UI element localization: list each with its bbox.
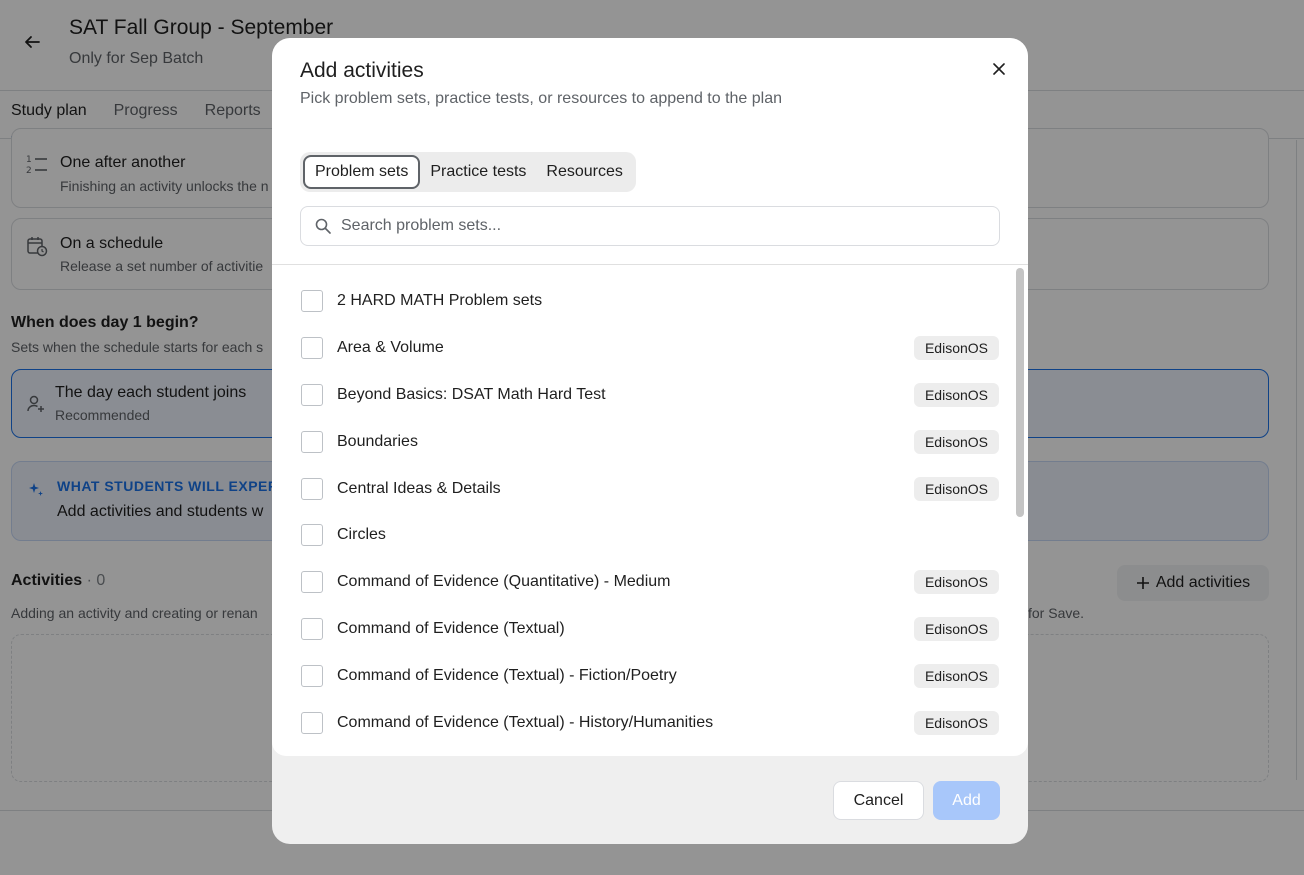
item-checkbox[interactable] [301,664,323,687]
source-badge: EdisonOS [914,476,999,501]
item-label: Central Ideas & Details [337,479,501,497]
search-box [300,206,1000,246]
item-label: Command of Evidence (Textual) - Fiction/… [337,666,677,684]
item-label: Area & Volume [337,339,444,357]
source-badge: EdisonOS [914,382,999,407]
item-label: Command of Evidence (Textual) [337,619,565,637]
activity-type-segmented: Problem sets Practice tests Resources [300,152,636,192]
dialog-subtitle: Pick problem sets, practice tests, or re… [300,90,783,107]
item-checkbox[interactable] [301,383,323,406]
problem-set-list: 2 HARD MATH Problem sets Area & Volume E… [272,278,1012,746]
search-input[interactable] [341,217,961,235]
item-checkbox[interactable] [301,617,323,640]
item-checkbox[interactable] [301,477,323,500]
source-badge: EdisonOS [914,616,999,641]
segment-resources[interactable]: Resources [536,155,632,189]
add-activities-dialog: Add activities Pick problem sets, practi… [272,38,1028,844]
close-icon [993,63,1005,75]
source-badge: EdisonOS [914,336,999,361]
item-checkbox[interactable] [301,524,323,547]
close-button[interactable] [984,54,1014,84]
dialog-body: Add activities Pick problem sets, practi… [272,38,1028,756]
item-checkbox[interactable] [301,430,323,453]
source-badge: EdisonOS [914,663,999,688]
list-item[interactable]: Boundaries EdisonOS [272,418,1012,465]
item-label: 2 HARD MATH Problem sets [337,292,543,310]
search-icon [315,218,331,234]
item-label: Command of Evidence (Textual) - History/… [337,713,714,731]
item-label: Command of Evidence (Quantitative) - Med… [337,573,671,591]
list-item[interactable]: Circles [272,512,1012,559]
list-item[interactable]: Area & Volume EdisonOS [272,325,1012,372]
source-badge: EdisonOS [914,710,999,735]
segment-problem-sets[interactable]: Problem sets [303,155,421,189]
list-item[interactable]: Command of Evidence (Textual) - History/… [272,699,1012,746]
list-scrollbar-thumb[interactable] [1016,268,1024,517]
item-label: Boundaries [337,432,418,450]
list-item[interactable]: 2 HARD MATH Problem sets [272,278,1012,325]
item-checkbox[interactable] [301,290,323,313]
list-item[interactable]: Command of Evidence (Textual) EdisonOS [272,606,1012,653]
segment-practice-tests[interactable]: Practice tests [420,155,536,189]
source-badge: EdisonOS [914,570,999,595]
item-label: Circles [337,526,386,544]
item-checkbox[interactable] [301,711,323,734]
item-checkbox[interactable] [301,571,323,594]
list-item[interactable]: Command of Evidence (Textual) - Fiction/… [272,652,1012,699]
list-divider [272,264,1028,265]
item-label: Beyond Basics: DSAT Math Hard Test [337,385,606,403]
list-item[interactable]: Beyond Basics: DSAT Math Hard Test Ediso… [272,372,1012,419]
add-button[interactable]: Add [933,781,1000,820]
source-badge: EdisonOS [914,429,999,454]
list-item[interactable]: Central Ideas & Details EdisonOS [272,465,1012,512]
list-item[interactable]: Command of Evidence (Quantitative) - Med… [272,559,1012,606]
cancel-button[interactable]: Cancel [833,781,924,820]
dialog-title: Add activities [300,59,424,82]
item-checkbox[interactable] [301,337,323,360]
